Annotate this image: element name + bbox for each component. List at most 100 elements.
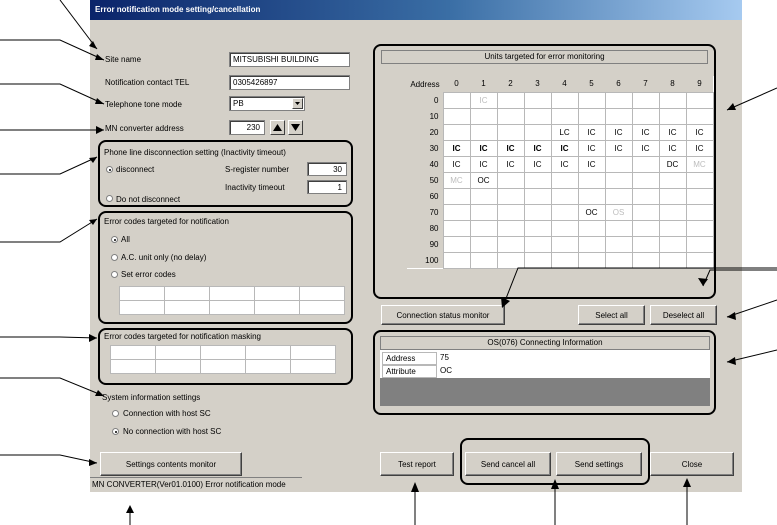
unit-cell[interactable] (523, 91, 552, 109)
units-grid[interactable]: Address 0 1 2 3 4 5 6 7 8 9 0 IC 10 20 LC IC IC IC IC IC 30 IC… (407, 76, 714, 269)
unit-cell[interactable]: IC (685, 123, 714, 141)
unit-cell[interactable] (550, 91, 579, 109)
chevron-down-icon[interactable] (292, 98, 303, 109)
unit-cell[interactable] (577, 107, 606, 125)
unit-cell[interactable]: IC (469, 155, 498, 173)
masking-grid[interactable] (110, 345, 336, 374)
unit-cell[interactable] (685, 235, 714, 253)
unit-cell[interactable] (631, 251, 660, 269)
unit-cell[interactable]: IC (658, 139, 687, 157)
unit-cell[interactable] (523, 203, 552, 221)
unit-cell[interactable]: OS (604, 203, 633, 221)
unit-cell[interactable] (604, 171, 633, 189)
unit-cell[interactable] (685, 187, 714, 205)
inactivity-timeout-input[interactable]: 1 (307, 180, 347, 194)
unit-cell[interactable] (523, 107, 552, 125)
unit-cell[interactable] (523, 235, 552, 253)
unit-cell[interactable]: MC (442, 171, 471, 189)
do-not-disconnect-radio[interactable] (106, 195, 113, 202)
unit-cell[interactable]: IC (604, 139, 633, 157)
unit-cell[interactable] (685, 203, 714, 221)
unit-cell[interactable] (577, 91, 606, 109)
unit-cell[interactable] (496, 123, 525, 141)
unit-cell[interactable] (550, 219, 579, 237)
unit-cell[interactable] (550, 107, 579, 125)
unit-cell[interactable]: IC (685, 139, 714, 157)
unit-cell[interactable] (523, 171, 552, 189)
unit-cell[interactable] (550, 187, 579, 205)
unit-cell[interactable] (442, 219, 471, 237)
unit-cell[interactable] (442, 91, 471, 109)
unit-cell[interactable] (658, 187, 687, 205)
unit-cell[interactable] (604, 155, 633, 173)
unit-cell[interactable] (658, 235, 687, 253)
unit-cell[interactable] (604, 235, 633, 253)
unit-cell[interactable] (631, 187, 660, 205)
connection-host-sc-radio[interactable] (112, 410, 119, 417)
unit-cell[interactable] (550, 235, 579, 253)
unit-cell[interactable] (496, 235, 525, 253)
unit-cell[interactable] (631, 235, 660, 253)
unit-cell[interactable] (469, 107, 498, 125)
unit-cell[interactable] (577, 171, 606, 189)
unit-cell[interactable]: IC (469, 91, 498, 109)
settings-contents-monitor-button[interactable]: Settings contents monitor (100, 452, 242, 476)
unit-cell[interactable] (550, 171, 579, 189)
ac-unit-only-radio[interactable] (111, 254, 118, 261)
unit-cell[interactable]: IC (631, 123, 660, 141)
unit-cell[interactable]: IC (577, 123, 606, 141)
site-name-input[interactable]: MITSUBISHI BUILDING (229, 52, 350, 67)
unit-cell[interactable] (658, 171, 687, 189)
unit-cell[interactable]: IC (523, 155, 552, 173)
unit-cell[interactable] (577, 251, 606, 269)
unit-cell[interactable] (469, 123, 498, 141)
send-settings-button[interactable]: Send settings (556, 452, 642, 476)
unit-cell[interactable]: LC (550, 123, 579, 141)
unit-cell[interactable] (658, 251, 687, 269)
triangle-down-icon[interactable] (288, 120, 303, 135)
unit-cell[interactable] (442, 203, 471, 221)
unit-cell[interactable] (523, 123, 552, 141)
unit-cell[interactable] (577, 187, 606, 205)
unit-cell[interactable] (631, 203, 660, 221)
unit-cell[interactable] (577, 219, 606, 237)
unit-cell[interactable] (550, 203, 579, 221)
no-connection-host-sc-radio[interactable] (112, 428, 119, 435)
unit-cell[interactable]: OC (577, 203, 606, 221)
unit-cell[interactable]: IC (577, 155, 606, 173)
select-all-button[interactable]: Select all (578, 305, 645, 325)
unit-cell[interactable] (685, 91, 714, 109)
unit-cell[interactable] (631, 91, 660, 109)
unit-cell[interactable] (523, 187, 552, 205)
unit-cell[interactable]: OC (469, 171, 498, 189)
unit-cell[interactable]: IC (469, 139, 498, 157)
unit-cell[interactable] (442, 187, 471, 205)
close-button[interactable]: Close (650, 452, 734, 476)
tel-input[interactable]: 0305426897 (229, 75, 350, 90)
unit-cell[interactable]: IC (523, 139, 552, 157)
unit-cell[interactable] (442, 251, 471, 269)
unit-cell[interactable] (442, 107, 471, 125)
unit-cell[interactable] (685, 107, 714, 125)
unit-cell[interactable] (469, 235, 498, 253)
unit-cell[interactable] (658, 219, 687, 237)
unit-cell[interactable] (604, 91, 633, 109)
mn-address-input[interactable]: 230 (229, 120, 265, 135)
unit-cell[interactable] (631, 219, 660, 237)
unit-cell[interactable] (496, 91, 525, 109)
disconnect-radio[interactable] (106, 166, 113, 173)
set-error-codes-radio[interactable] (111, 271, 118, 278)
unit-cell[interactable]: IC (496, 139, 525, 157)
unit-cell[interactable] (604, 251, 633, 269)
unit-cell[interactable] (496, 107, 525, 125)
unit-cell[interactable] (469, 219, 498, 237)
unit-cell[interactable]: IC (442, 155, 471, 173)
tone-mode-select[interactable]: PB (229, 96, 305, 111)
unit-cell[interactable]: IC (550, 139, 579, 157)
unit-cell[interactable] (604, 107, 633, 125)
unit-cell[interactable] (496, 219, 525, 237)
connection-status-monitor-button[interactable]: Connection status monitor (381, 305, 505, 325)
unit-cell[interactable] (550, 251, 579, 269)
unit-cell[interactable]: IC (550, 155, 579, 173)
test-report-button[interactable]: Test report (380, 452, 454, 476)
